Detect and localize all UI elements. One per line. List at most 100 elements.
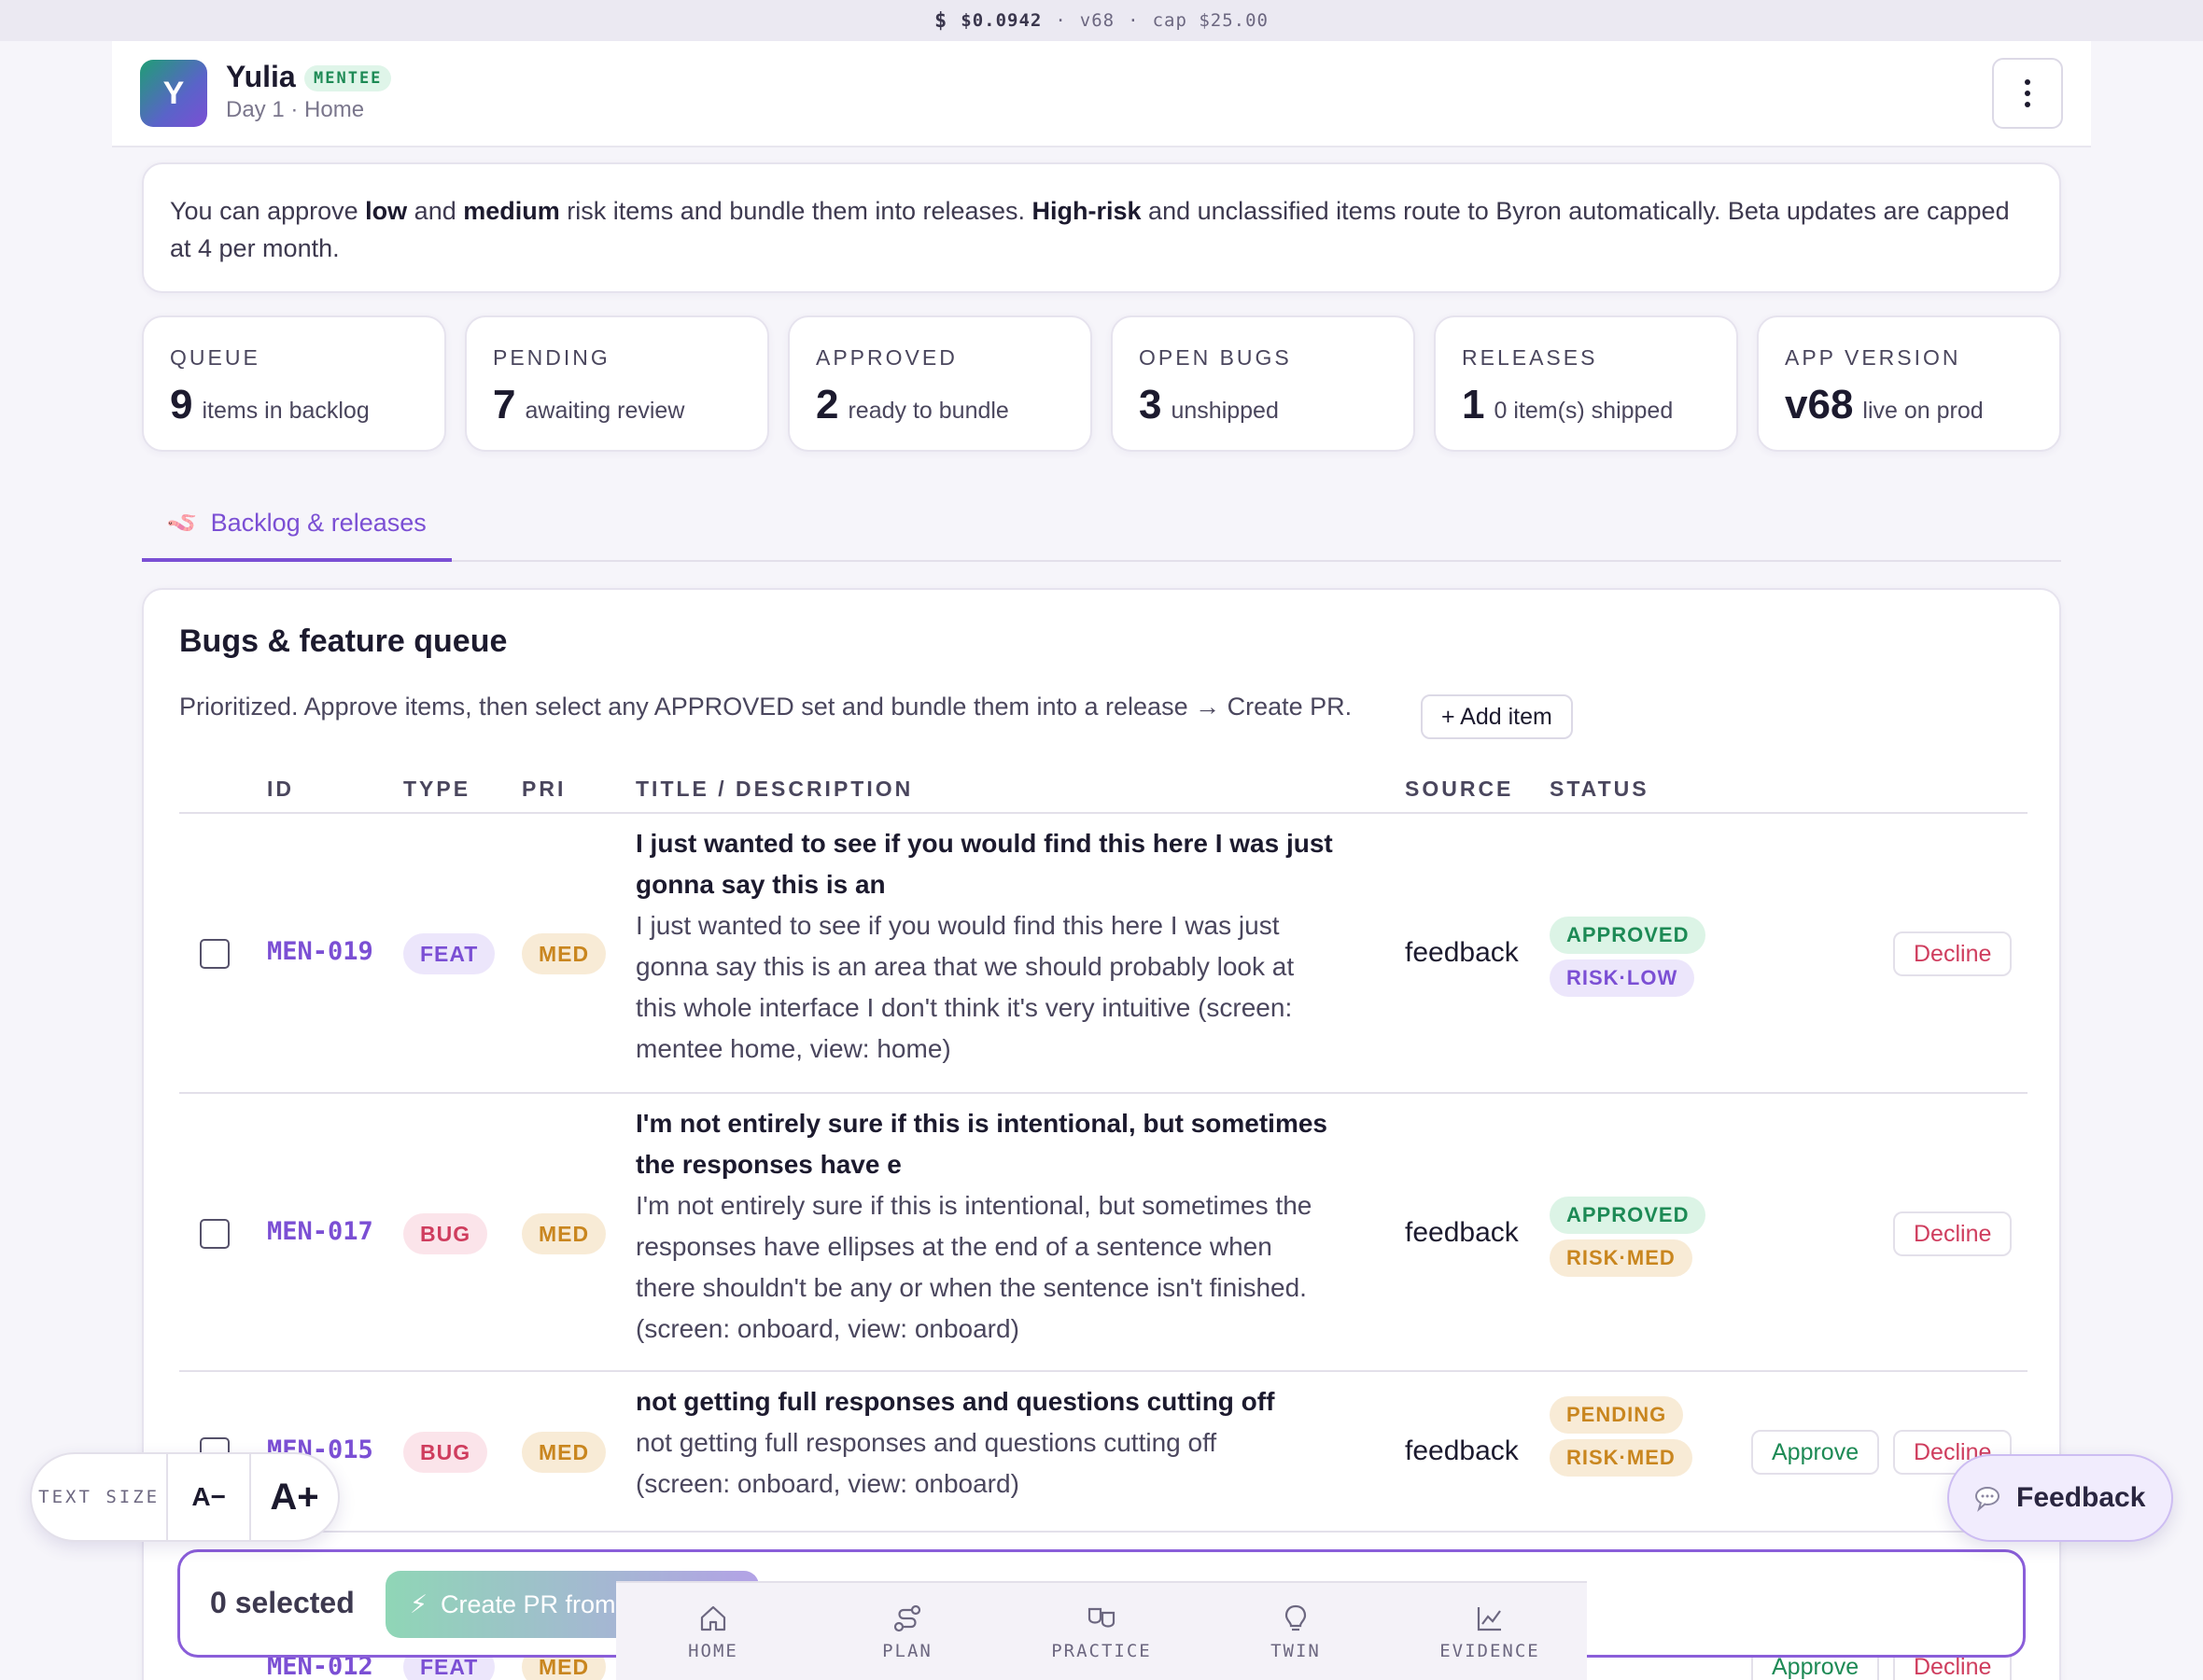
title-line: gonna say this is an — [636, 870, 886, 899]
item-title: not getting full responses and questions… — [636, 1381, 1382, 1422]
cost-separator: · — [1055, 10, 1067, 31]
breadcrumb: Day 1 · Home — [226, 97, 365, 122]
description-line: not getting full responses and questions… — [636, 1428, 1217, 1457]
description-line: this whole interface I don't think it's … — [636, 993, 1293, 1022]
risk-badge: RISK·MED — [1550, 1239, 1692, 1277]
more-dots-icon — [2025, 102, 2030, 107]
description-line: I'm not entirely sure if this is intenti… — [636, 1191, 1312, 1220]
decrease-text-size-button[interactable]: A− — [168, 1482, 249, 1512]
permissions-notice: You can approve low and medium risk item… — [142, 162, 2061, 293]
create-pr-label: Create PR from — [440, 1589, 616, 1618]
nav-label: HOME — [688, 1641, 738, 1661]
cost-separator: · — [1128, 10, 1140, 31]
stat-text: items in backlog — [202, 398, 370, 424]
increase-text-size-button[interactable]: A+ — [251, 1477, 338, 1519]
stat-label: APPROVED — [816, 345, 958, 370]
line-chart-icon — [1477, 1607, 1501, 1631]
description-line: I just wanted to see if you would find t… — [636, 911, 1280, 940]
status-badge: PENDING — [1550, 1396, 1684, 1434]
column-header-status: STATUS — [1550, 777, 1649, 801]
tab-bar: 🪱 Backlog & releases — [142, 487, 2061, 562]
type-badge: FEAT — [403, 933, 496, 974]
title-line: the responses have e — [636, 1150, 902, 1179]
stat-number: 1 — [1462, 382, 1485, 427]
cost-bar: $ $0.0942 · v68 · cap $25.00 — [0, 0, 2203, 41]
masks-icon — [1087, 1607, 1116, 1628]
column-header-source: SOURCE — [1405, 777, 1514, 801]
notice-text: risk items and bundle them into releases… — [559, 197, 1032, 225]
source-label: feedback — [1405, 937, 1519, 968]
section-title: Bugs & feature queue — [179, 623, 508, 659]
text-size-control: TEXT SIZE A− A+ — [30, 1452, 340, 1542]
stat-text: ready to bundle — [848, 398, 1009, 424]
add-item-button[interactable]: + Add item — [1421, 694, 1573, 739]
stat-label: RELEASES — [1462, 345, 1598, 370]
avatar[interactable]: Y — [140, 60, 207, 127]
nav-home[interactable]: HOME — [616, 1583, 810, 1680]
cost-amount: $0.0942 — [961, 10, 1043, 31]
column-header-title: TITLE / DESCRIPTION — [636, 777, 914, 801]
item-description: not getting full responses and questions… — [636, 1422, 1401, 1505]
stat-number: 7 — [493, 382, 516, 427]
decline-button[interactable]: Decline — [1893, 931, 2013, 976]
priority-badge: MED — [522, 1213, 607, 1254]
item-title: I'm not entirely sure if this is intenti… — [636, 1103, 1382, 1185]
notice-text: You can approve — [170, 197, 366, 225]
nav-plan[interactable]: PLAN — [810, 1583, 1004, 1680]
item-id-link[interactable]: MEN-017 — [267, 1217, 373, 1246]
source-label: feedback — [1405, 1217, 1519, 1248]
priority-badge: MED — [522, 933, 607, 974]
stat-text: awaiting review — [525, 398, 685, 424]
home-icon — [700, 1605, 726, 1631]
description-line: there shouldn't be any or when the sente… — [636, 1273, 1307, 1302]
source-label: feedback — [1405, 1435, 1519, 1466]
lightning-icon: ⚡ — [410, 1589, 428, 1618]
stat-label: QUEUE — [170, 345, 260, 370]
approve-button[interactable]: Approve — [1751, 1430, 1880, 1475]
description-line: gonna say this is an area that we should… — [636, 952, 1295, 981]
tab-backlog-releases[interactable]: 🪱 Backlog & releases — [142, 487, 452, 562]
stat-number: 9 — [170, 382, 193, 427]
nav-label: EVIDENCE — [1439, 1641, 1540, 1661]
stat-card-app-version: APP VERSION v68 live on prod — [1757, 315, 2061, 452]
item-id-link[interactable]: MEN-019 — [267, 937, 373, 966]
nav-twin[interactable]: TWIN — [1199, 1583, 1393, 1680]
description-line: (screen: onboard, view: onboard) — [636, 1314, 1019, 1343]
title-line: I'm not entirely sure if this is intenti… — [636, 1109, 1328, 1138]
title-line: not getting full responses and questions… — [636, 1387, 1275, 1416]
type-badge: BUG — [403, 1432, 488, 1473]
priority-badge: MED — [522, 1432, 607, 1473]
description-line: mentee home, view: home) — [636, 1034, 951, 1063]
nav-practice[interactable]: PRACTICE — [1004, 1583, 1199, 1680]
route-icon — [893, 1604, 921, 1632]
decline-button[interactable]: Decline — [1893, 1211, 2013, 1256]
nav-label: TWIN — [1270, 1641, 1321, 1661]
worm-icon: 🪱 — [166, 509, 198, 537]
row-select-checkbox[interactable] — [200, 939, 230, 969]
user-name: Yulia — [226, 60, 296, 93]
stat-card-pending: PENDING 7 awaiting review — [465, 315, 769, 452]
table-header: ID TYPE PRI TITLE / DESCRIPTION SOURCE S… — [179, 763, 2028, 814]
role-badge: MENTEE — [304, 65, 392, 91]
stat-label: PENDING — [493, 345, 610, 370]
tab-label: Backlog & releases — [210, 508, 427, 537]
nav-evidence[interactable]: EVIDENCE — [1393, 1583, 1587, 1680]
text-size-label: TEXT SIZE — [38, 1487, 161, 1507]
row-select-checkbox[interactable] — [200, 1219, 230, 1249]
stat-card-releases: RELEASES 1 0 item(s) shipped — [1434, 315, 1738, 452]
stat-text: 0 item(s) shipped — [1494, 398, 1674, 424]
stat-number: 2 — [816, 382, 839, 427]
notice-bold: low — [365, 197, 408, 225]
cost-version: v68 — [1079, 10, 1116, 31]
chat-bubble-icon — [1975, 1487, 2000, 1512]
risk-badge: RISK·LOW — [1550, 959, 1695, 997]
table-row: MEN-015 BUG MED not getting full respons… — [179, 1372, 2028, 1533]
status-badge: APPROVED — [1550, 917, 1706, 954]
bottom-nav: HOME PLAN PRACTICE TWIN EVIDENCE — [616, 1581, 1587, 1680]
column-header-type: TYPE — [403, 777, 471, 801]
feedback-button[interactable]: Feedback — [1947, 1454, 2173, 1542]
dollar-icon: $ — [934, 8, 948, 33]
more-menu-button[interactable] — [1992, 58, 2063, 129]
stat-number: 3 — [1139, 382, 1162, 427]
nav-label: PRACTICE — [1051, 1641, 1152, 1661]
